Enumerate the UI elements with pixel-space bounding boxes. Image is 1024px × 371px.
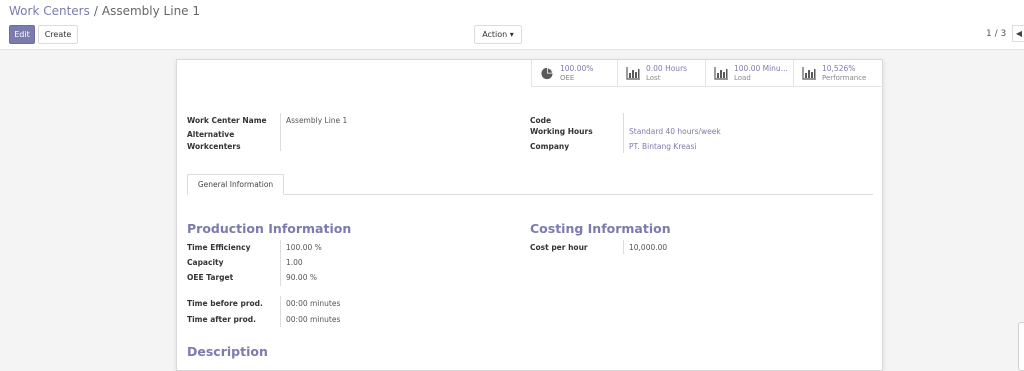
capacity-label: Capacity <box>187 258 224 267</box>
field-divider <box>280 296 281 327</box>
pager-value[interactable]: 1 / 3 <box>986 29 1006 39</box>
tab-bar-line <box>187 194 873 195</box>
tab-general-information[interactable]: General Information <box>187 174 284 195</box>
stat-button-performance[interactable]: 10,526% Performance <box>793 60 883 87</box>
stat-value: 0.00 Hours <box>646 64 688 73</box>
costing-information-heading: Costing Information <box>530 221 671 236</box>
field-divider <box>623 113 624 153</box>
oee-target-value[interactable]: 90.00 % <box>286 273 317 282</box>
field-divider <box>280 240 281 286</box>
field-divider <box>280 113 281 151</box>
pie-chart-icon <box>541 67 553 80</box>
working-hours-label: Working Hours <box>530 127 593 136</box>
create-button[interactable]: Create <box>38 25 78 44</box>
stat-value: 10,526% <box>822 64 856 73</box>
bar-chart-icon <box>626 67 640 80</box>
stat-label: Performance <box>822 74 867 82</box>
control-panel: Work Centers / Assembly Line 1 Edit Create… <box>0 0 1024 50</box>
breadcrumb-separator: / <box>93 4 98 18</box>
production-information-heading: Production Information <box>187 221 352 236</box>
stat-button-load[interactable]: 100.00 Minu... Load <box>705 60 793 87</box>
cost-per-hour-value[interactable]: 10,000.00 <box>629 243 667 252</box>
company-label: Company <box>530 142 570 151</box>
bar-chart-icon <box>802 67 816 80</box>
breadcrumb: Work Centers / Assembly Line 1 <box>9 4 200 18</box>
stat-label: Load <box>734 74 751 82</box>
field-divider <box>623 240 624 254</box>
stat-button-lost[interactable]: 0.00 Hours Lost <box>617 60 705 87</box>
oee-target-label: OEE Target <box>187 273 234 282</box>
alternative-workcenters-label-line2: Workcenters <box>187 142 241 151</box>
bar-chart-icon <box>714 67 728 80</box>
chevron-left-icon[interactable]: ◀ <box>1012 25 1024 42</box>
time-after-prod-label: Time after prod. <box>187 315 256 324</box>
alternative-workcenters-field[interactable] <box>286 128 486 150</box>
company-value[interactable]: PT. Bintang Kreasi <box>629 142 696 151</box>
work-center-name-label: Work Center Name <box>187 116 267 125</box>
breadcrumb-parent-link[interactable]: Work Centers <box>9 4 90 18</box>
time-before-prod-label: Time before prod. <box>187 299 263 308</box>
scrollbar[interactable] <box>1018 322 1024 371</box>
time-efficiency-value[interactable]: 100.00 % <box>286 243 322 252</box>
work-center-name-value[interactable]: Assembly Line 1 <box>286 116 347 125</box>
cost-per-hour-label: Cost per hour <box>530 243 588 252</box>
stat-value: 100.00 Minu... <box>734 64 788 73</box>
stat-label: OEE <box>560 74 575 82</box>
working-hours-value[interactable]: Standard 40 hours/week <box>629 127 721 136</box>
edit-button[interactable]: Edit <box>9 25 35 44</box>
breadcrumb-current: Assembly Line 1 <box>101 4 200 18</box>
form-sheet: 100.00% OEE 0.00 Hours Lost 100.00 Minu.… <box>176 59 883 371</box>
stat-value: 100.00% <box>560 64 594 73</box>
capacity-value[interactable]: 1.00 <box>286 258 303 267</box>
time-efficiency-label: Time Efficiency <box>187 243 251 252</box>
time-before-prod-value[interactable]: 00:00 minutes <box>286 299 340 308</box>
alternative-workcenters-label: Alternative <box>187 130 235 139</box>
action-dropdown[interactable]: Action ▾ <box>474 25 522 44</box>
stat-label: Lost <box>646 74 661 82</box>
stat-button-oee[interactable]: 100.00% OEE <box>531 60 617 87</box>
time-after-prod-value[interactable]: 00:00 minutes <box>286 315 340 324</box>
description-heading: Description <box>187 344 268 359</box>
code-label: Code <box>530 116 552 125</box>
